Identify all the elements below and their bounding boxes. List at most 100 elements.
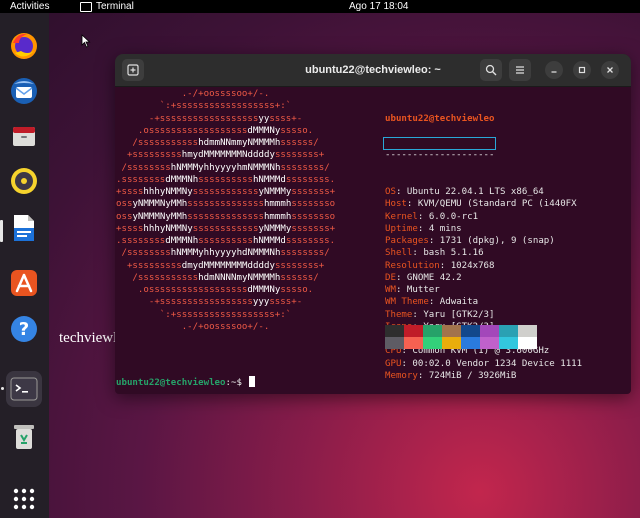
info-value: 1024x768 [450,260,495,271]
info-value: bash 5.1.16 [423,248,484,259]
palette-swatch [385,337,404,349]
show-apps-icon [13,488,35,510]
clock[interactable]: Ago 17 18:04 [349,0,409,13]
help-icon: ? [11,316,37,342]
terminal-app-icon [80,1,92,12]
dock-item-thunderbird[interactable] [6,73,42,109]
info-key: WM [385,285,396,295]
info-row-gpu: GPU: 00:02.0 Vendor 1234 Device 1111 [385,358,583,369]
palette-swatch [499,325,518,337]
dock-item-firefox[interactable] [6,28,42,64]
dock-item-rhythmbox[interactable] [6,163,42,199]
palette-row [385,337,537,349]
info-row-wm-theme: WM Theme: Adwaita [385,297,479,308]
dock-item-terminal[interactable] [6,371,42,407]
info-value: 00:02.0 Vendor 1234 Device 1111 [412,358,583,369]
svg-text:?: ? [19,319,29,340]
text-cursor [249,376,256,387]
top-bar: Activities Terminal Ago 17 18:04 [0,0,640,13]
kernel-highlight-box [383,137,496,150]
app-menu-label: Terminal [96,1,134,12]
prompt-path: :~$ [225,378,242,388]
ascii-line: /ssssssssssshdmNNNNmyNMMMMhssssss/ [116,272,319,283]
ascii-line: ossyNMMMNyMMhsssssssssssssshmmmhssssssso [116,199,336,210]
info-row-packages: Packages: 1731 (dpkg), 9 (snap) [385,236,555,246]
running-indicator [1,387,4,390]
dock-item-help[interactable]: ? [6,311,42,347]
terminal-icon [10,377,38,401]
dock-item-trash[interactable] [6,418,42,454]
ascii-line: -+sssssssssssssssssyyyssss+- [116,297,303,308]
info-row-shell: Shell: bash 5.1.16 [385,248,484,259]
minimize-icon [551,71,557,73]
info-value: Yaru [GTK2/3] [423,309,495,320]
info-value: 4 mins [428,223,462,234]
palette-swatch [404,337,423,349]
ascii-line: /sssssssshNMMMyhhyyyyhdNMMMNhssssssss/ [116,248,330,259]
info-row-theme: Theme: Yaru [GTK2/3] [385,309,495,320]
maximize-button[interactable] [573,61,591,79]
ascii-line: +sssshhhyNMMNyssssssssssssyNMMMysssssss+ [116,223,336,234]
close-icon [607,67,613,73]
terminal-content[interactable]: .-/+oossssoo+/-. `:+ssssssssssssssssss+:… [115,87,631,394]
search-icon [485,64,497,76]
palette-swatch [442,337,461,349]
terminal-headerbar[interactable]: ubuntu22@techviewleo: ~ [115,54,631,87]
palette-swatch [404,325,423,337]
ascii-line: +ssssssssshmydMMMMMMMNddddyssssssss+ [116,150,325,161]
rhythmbox-icon [11,168,37,194]
mouse-pointer-icon [81,34,91,48]
ascii-line: `:+ssssssssssssssssss+:` [116,309,292,320]
files-icon [13,127,35,146]
info-value: 6.0.0-rc1 [428,211,479,222]
ascii-line: .-/+oossssoo+/-. [116,89,270,99]
thunderbird-icon [11,78,37,104]
ascii-line: -+ssssssssssssssssssyyssss+- [116,113,303,124]
show-apps-button[interactable] [6,481,42,517]
info-row-resolution: Resolution: 1024x768 [385,260,495,271]
palette-swatch [499,337,518,349]
info-key: Resolution [385,260,440,271]
firefox-icon [11,33,37,59]
terminal-window[interactable]: ubuntu22@techviewleo: ~ .-/+oossssoo+/-.… [115,54,631,394]
info-key: GPU [385,358,402,369]
app-menu[interactable]: Terminal [80,0,134,13]
info-row-memory: Memory: 724MiB / 3926MiB [385,370,517,381]
color-palette [385,325,537,349]
info-value: 1731 (dpkg), 9 (snap) [439,236,555,246]
palette-swatch [385,325,404,337]
dock: ? [0,13,49,518]
ascii-line: +sssshhhyNMMNyssssssssssssyNMMMysssssss+ [116,187,336,197]
info-key: Uptime [385,223,418,234]
dock-item-files[interactable] [6,118,42,154]
trash-icon [14,425,34,449]
ascii-line: .ssssssssdMMMNhsssssssssshNMMMdssssssss. [116,236,336,246]
palette-swatch [480,325,499,337]
shell-prompt[interactable]: ubuntu22@techviewleo:~$ [116,376,256,389]
info-key: DE [385,272,396,283]
palette-swatch [480,337,499,349]
neofetch-separator: -------------------- [385,150,495,161]
app-center-icon [11,270,37,296]
info-value: KVM/QEMU (Standard PC (i440FX [417,199,577,210]
info-key: Theme [385,309,413,320]
info-row-uptime: Uptime: 4 mins [385,223,462,234]
close-button[interactable] [601,61,619,79]
ascii-line: .ssssssssdMMMNhsssssssssshNMMMdssssssss. [116,174,336,185]
ascii-line: .ossssssssssssssssssdMMMNysssso. [116,285,314,295]
hamburger-menu-icon [516,66,524,74]
dock-item-writer[interactable] [6,210,42,246]
info-value: GNOME 42.2 [406,272,462,283]
dock-item-app-center[interactable] [6,265,42,301]
palette-swatch [518,337,537,349]
info-key: OS [385,187,396,197]
maximize-icon [578,66,586,74]
search-button[interactable] [480,59,502,81]
minimize-button[interactable] [545,61,563,79]
palette-swatch [423,325,442,337]
menu-button[interactable] [509,59,531,81]
activities-button[interactable]: Activities [10,0,49,13]
palette-swatch [461,325,480,337]
ubuntu-ascii-logo: .-/+oossssoo+/-. `:+ssssssssssssssssss+:… [116,88,335,333]
info-row-de: DE: GNOME 42.2 [385,272,462,283]
